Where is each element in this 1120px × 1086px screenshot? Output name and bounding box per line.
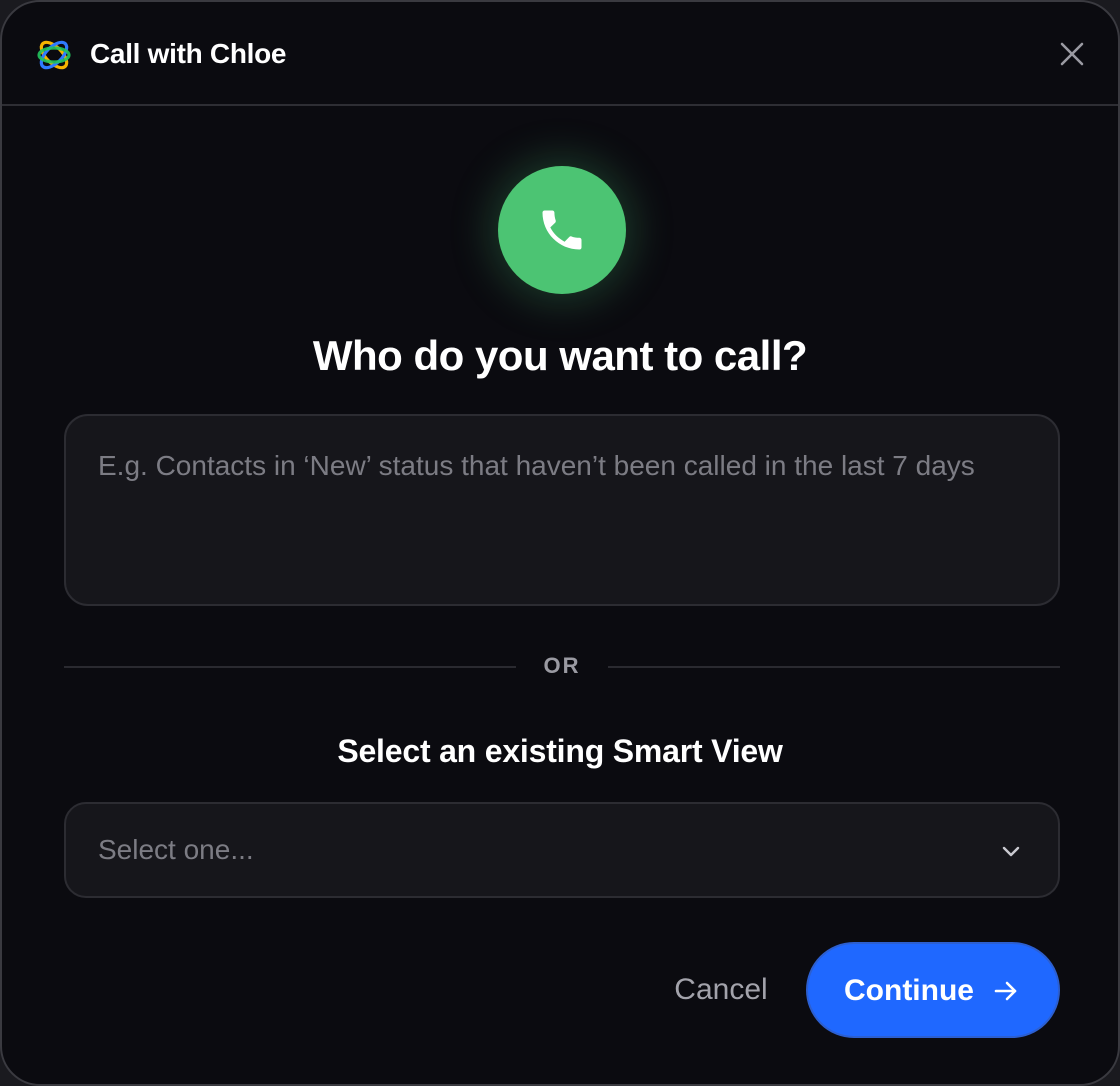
divider-right bbox=[608, 666, 1060, 668]
dialog-header: Call with Chloe bbox=[2, 2, 1118, 106]
smart-view-heading: Select an existing Smart View bbox=[337, 733, 783, 769]
smart-view-selected-value: Select one... bbox=[98, 834, 254, 865]
continue-button-label: Continue bbox=[844, 974, 974, 1007]
phone-badge bbox=[498, 166, 626, 294]
chevron-down-icon bbox=[1002, 846, 1020, 857]
or-divider-label: OR bbox=[543, 653, 581, 678]
smart-view-select[interactable]: Select one... bbox=[64, 802, 1060, 898]
divider-left bbox=[64, 666, 516, 668]
prompt-heading: Who do you want to call? bbox=[312, 332, 808, 379]
chloe-logo-icon bbox=[37, 40, 71, 70]
dialog-title: Call with Chloe bbox=[90, 38, 287, 69]
call-with-chloe-dialog: Call with Chloe Who do you want to call?… bbox=[0, 0, 1120, 1086]
phone-icon bbox=[542, 210, 582, 250]
cancel-button[interactable]: Cancel bbox=[652, 968, 790, 1012]
close-icon[interactable] bbox=[1056, 38, 1088, 70]
arrow-right-icon bbox=[994, 981, 1017, 1001]
continue-button[interactable]: Continue bbox=[806, 942, 1060, 1038]
call-criteria-input[interactable] bbox=[64, 414, 1060, 606]
